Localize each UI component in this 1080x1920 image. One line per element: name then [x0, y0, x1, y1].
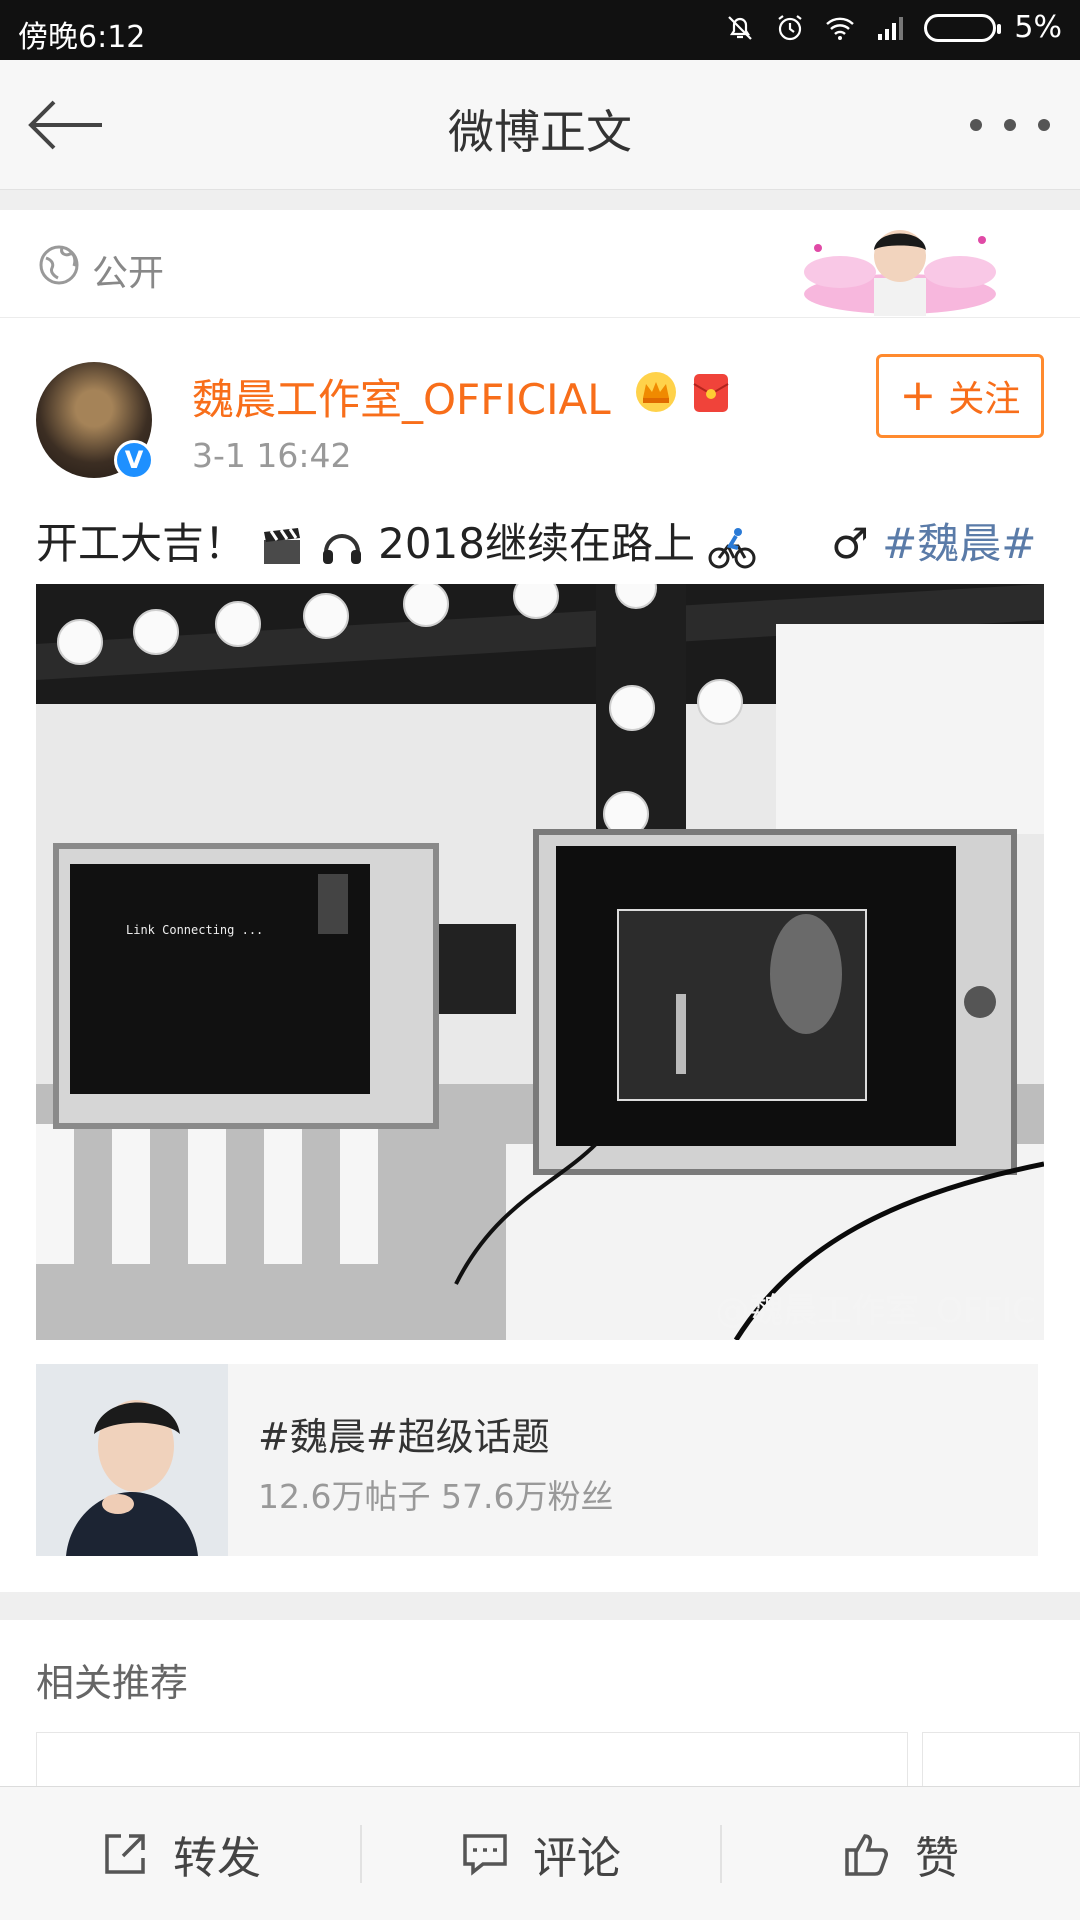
topic-card-title: #魏晨#超级话题 [258, 1415, 550, 1459]
follow-button[interactable]: + 关注 [876, 354, 1044, 438]
member-banner-image [804, 230, 996, 316]
svg-text:Link Connecting ...: Link Connecting ... [126, 923, 263, 937]
red-packet-icon[interactable] [692, 372, 730, 414]
visibility-row: 公开 [0, 210, 1080, 318]
author-name[interactable]: 魏晨工作室_OFFICIAL [192, 366, 611, 427]
post-text-start: 开工大吉！ [36, 519, 247, 568]
globe-icon [39, 245, 79, 285]
repost-icon [105, 1833, 145, 1874]
repost-label: 转发 [173, 1832, 261, 1884]
cyclist-icon [708, 527, 756, 568]
post-image[interactable]: Link Connecting ... @魏晨工作室_OFFIC [36, 584, 1044, 1340]
crown-icon[interactable] [634, 370, 678, 414]
post-time: 3-1 16:42 [192, 436, 352, 475]
topic-card[interactable]: #魏晨#超级话题 12.6万帖子 57.6万粉丝 [36, 1364, 1038, 1556]
thumbs-up-icon [845, 1833, 888, 1876]
alarm-icon [778, 14, 803, 40]
like-button[interactable]: 赞 [720, 1787, 1080, 1920]
more-dots-icon[interactable] [970, 115, 1050, 135]
page-title: 微博正文 [448, 105, 632, 159]
battery-percent: 5% [1014, 10, 1062, 45]
visibility-label: 公开 [92, 253, 165, 294]
battery-icon [924, 13, 1002, 42]
post-photo: Link Connecting ... [36, 584, 1044, 1340]
post-text: 开工大吉！ 2018继续在路上 ♂ #魏晨# [36, 510, 1036, 571]
headphones-icon [322, 533, 361, 564]
post-text-middle: 2018继续在路上 [378, 519, 695, 568]
comment-icon [463, 1833, 507, 1876]
nav-bar: 微博正文 [0, 60, 1080, 190]
follow-label: 关注 [948, 379, 1021, 420]
like-label: 赞 [915, 1832, 959, 1884]
signal-icon [878, 16, 904, 40]
status-bar: 傍晚6:12 5% [0, 0, 1080, 60]
section-divider [0, 1592, 1080, 1620]
comment-button[interactable]: 评论 [360, 1787, 720, 1920]
topic-card-stats: 12.6万帖子 57.6万粉丝 [258, 1477, 614, 1516]
bell-off-icon [728, 15, 753, 40]
wifi-icon [826, 17, 855, 40]
repost-button[interactable]: 转发 [0, 1787, 360, 1920]
verified-badge-icon: V [114, 440, 154, 480]
image-watermark: @魏晨工作室_OFFIC [715, 1291, 1036, 1331]
section-title: 相关推荐 [36, 1661, 189, 1705]
post-text-end: ♂ [831, 519, 869, 568]
topic-thumbnail [36, 1364, 228, 1556]
comment-label: 评论 [533, 1832, 621, 1884]
bottom-action-bar: 转发 评论 赞 [0, 1786, 1080, 1920]
section-divider [0, 190, 1080, 210]
plus-icon: + [899, 370, 937, 421]
topic-link[interactable]: #魏晨# [882, 519, 1036, 568]
status-time: 傍晚6:12 [18, 20, 146, 55]
clapperboard-icon [264, 527, 301, 564]
